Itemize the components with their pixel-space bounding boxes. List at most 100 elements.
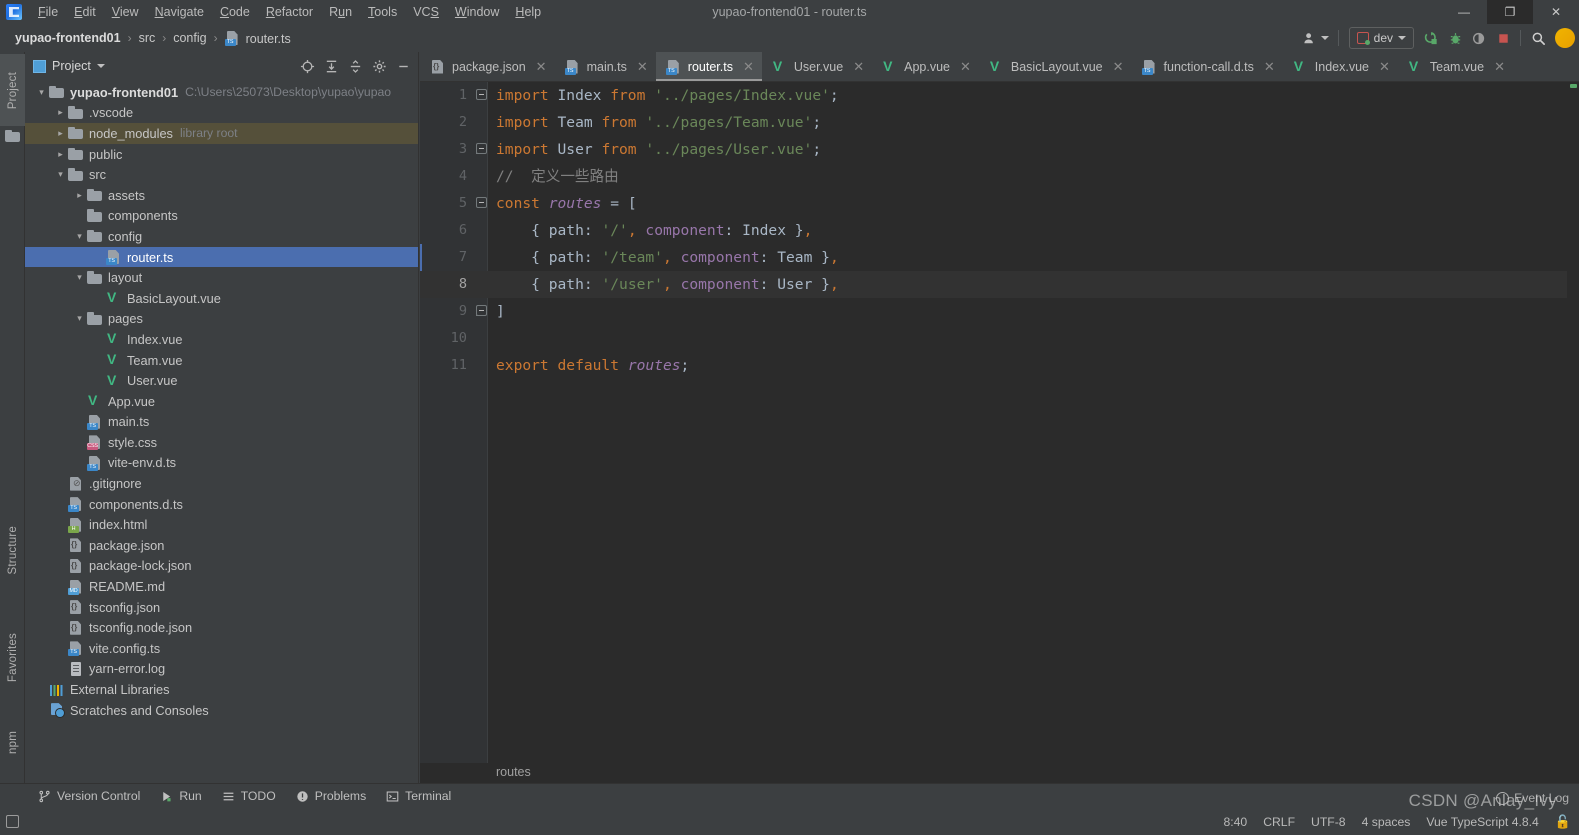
menu-file[interactable]: File [30, 2, 66, 22]
editor-tab-basiclayout-vue[interactable]: BasicLayout.vue ✕ [979, 52, 1132, 81]
bottom-tab-version-control[interactable]: Version Control [28, 787, 150, 805]
tree-node-config[interactable]: ▾ config [25, 226, 418, 247]
read-only-toggle-icon[interactable]: 🔓 [1555, 814, 1571, 830]
avatar[interactable] [1555, 28, 1575, 48]
tree-node-app-vue[interactable]: App.vue [25, 391, 418, 412]
menu-refactor[interactable]: Refactor [258, 2, 321, 22]
run-configuration-selector[interactable]: dev [1348, 27, 1414, 49]
tree-node-readme-md[interactable]: MD README.md [25, 576, 418, 597]
tree-node-public[interactable]: ▸ public [25, 144, 418, 165]
close-icon[interactable]: ✕ [1113, 60, 1124, 73]
tree-node-components[interactable]: components [25, 206, 418, 227]
code-line[interactable]: 5 const routes = [ [420, 190, 1579, 217]
project-tree[interactable]: ▾ yupao-frontend01 C:\Users\25073\Desktop\… [25, 80, 418, 785]
editor-tab-function-call-d-ts[interactable]: TS function-call.d.ts ✕ [1132, 52, 1283, 81]
tree-node-src[interactable]: ▾ src [25, 164, 418, 185]
breadcrumb-item-yupao-frontend01[interactable]: yupao-frontend01 [12, 30, 124, 46]
caret-position[interactable]: 8:40 [1223, 815, 1247, 829]
inspection-marker[interactable] [1570, 84, 1577, 88]
tree-node-package-lock-json[interactable]: package-lock.json [25, 556, 418, 577]
code-line[interactable]: 10 [420, 325, 1579, 352]
menu-vcs[interactable]: VCS [405, 2, 447, 22]
editor-tab-router-ts[interactable]: TS router.ts ✕ [655, 52, 762, 81]
editor-tab-package-json[interactable]: package.json ✕ [420, 52, 555, 81]
tree-node-external-libraries[interactable]: External Libraries [25, 679, 418, 700]
tree-node-pages[interactable]: ▾ pages [25, 309, 418, 330]
menu-code[interactable]: Code [212, 2, 258, 22]
chevron-down-icon[interactable]: ▾ [73, 230, 86, 243]
editor-tab-app-vue[interactable]: App.vue ✕ [872, 52, 979, 81]
bottom-tab-run[interactable]: Run [150, 787, 211, 805]
menu-tools[interactable]: Tools [360, 2, 405, 22]
file-encoding[interactable]: UTF-8 [1311, 815, 1346, 829]
code-line[interactable]: 4 // 定义一些路由 [420, 163, 1579, 190]
stripe-button-project[interactable]: Project [0, 54, 25, 127]
select-opened-file-icon[interactable] [296, 55, 318, 77]
breadcrumb-item-src[interactable]: src [136, 30, 159, 46]
tree-node-tsconfig-node-json[interactable]: tsconfig.node.json [25, 617, 418, 638]
fold-start-icon[interactable] [476, 197, 487, 208]
close-icon[interactable]: ✕ [743, 60, 754, 73]
expand-all-icon[interactable] [320, 55, 342, 77]
window-controls[interactable]: — ❐ ✕ [1441, 0, 1579, 24]
line-separator[interactable]: CRLF [1263, 815, 1295, 829]
search-everywhere-icon[interactable] [1527, 27, 1549, 49]
collapse-all-icon[interactable] [344, 55, 366, 77]
tree-node-user-vue[interactable]: User.vue [25, 370, 418, 391]
tree-node-layout[interactable]: ▾ layout [25, 267, 418, 288]
chevron-down-icon[interactable] [96, 64, 105, 68]
stop-button[interactable] [1492, 27, 1514, 49]
tree-node-tsconfig-json[interactable]: tsconfig.json [25, 597, 418, 618]
tree-node-router-ts[interactable]: TS router.ts [25, 246, 418, 268]
bottom-tab-terminal[interactable]: Terminal [376, 787, 461, 805]
chevron-down-icon[interactable]: ▾ [73, 271, 86, 284]
fold-start-icon[interactable] [476, 89, 487, 100]
code-line[interactable]: 6 { path: '/', component: Index }, [420, 217, 1579, 244]
tree-node--gitignore[interactable]: .gitignore [25, 473, 418, 494]
status-bar-left[interactable] [0, 815, 19, 828]
close-icon[interactable]: ✕ [1264, 60, 1275, 73]
close-button[interactable]: ✕ [1533, 0, 1579, 24]
editor-breadcrumb[interactable]: routes [420, 763, 1579, 781]
language-level[interactable]: Vue TypeScript 4.8.4 [1426, 815, 1538, 829]
menu-bar[interactable]: File Edit View Navigate Code Refactor Run Tools… [30, 2, 549, 22]
code-line[interactable]: 2 import Team from '../pages/Team.vue'; [420, 109, 1579, 136]
menu-edit[interactable]: Edit [66, 2, 104, 22]
chevron-right-icon[interactable]: ▸ [54, 127, 67, 140]
bottom-tab-problems[interactable]: Problems [286, 787, 376, 805]
close-icon[interactable]: ✕ [637, 60, 648, 73]
minimize-button[interactable]: — [1441, 0, 1487, 24]
tree-node-vite-config-ts[interactable]: TS vite.config.ts [25, 638, 418, 659]
chevron-right-icon[interactable]: ▸ [54, 106, 67, 119]
hide-panel-icon[interactable] [392, 55, 414, 77]
tree-node-basiclayout-vue[interactable]: BasicLayout.vue [25, 288, 418, 309]
run-button[interactable] [1420, 27, 1442, 49]
close-icon[interactable]: ✕ [1494, 60, 1505, 73]
tree-node-package-json[interactable]: package.json [25, 535, 418, 556]
settings-gear-icon[interactable] [368, 55, 390, 77]
tree-node-vite-env-d-ts[interactable]: TS vite-env.d.ts [25, 453, 418, 474]
code-line[interactable]: 7 { path: '/team', component: Team }, [420, 244, 1579, 271]
stripe-button-favorites[interactable]: Favorites [0, 614, 25, 701]
code-line[interactable]: 11 export default routes; [420, 352, 1579, 379]
debug-button[interactable] [1444, 27, 1466, 49]
code-line[interactable]: 3 import User from '../pages/User.vue'; [420, 136, 1579, 163]
chevron-down-icon[interactable]: ▾ [73, 312, 86, 325]
breadcrumb-item-config[interactable]: config [170, 30, 209, 46]
indent-setting[interactable]: 4 spaces [1362, 815, 1411, 829]
bottom-tab-todo[interactable]: TODO [212, 787, 286, 805]
code-line[interactable]: 9] [420, 298, 1579, 325]
close-icon[interactable]: ✕ [853, 60, 864, 73]
stripe-button-structure[interactable]: Structure [0, 507, 25, 594]
menu-help[interactable]: Help [507, 2, 549, 22]
editor-tab-team-vue[interactable]: Team.vue ✕ [1398, 52, 1513, 81]
toggle-tool-windows-icon[interactable] [6, 815, 19, 828]
bottom-tool-stripe[interactable]: Version Control Run TODO Problems Terminal [0, 783, 1579, 808]
tree-node-yarn-error-log[interactable]: yarn-error.log [25, 659, 418, 680]
chevron-right-icon[interactable]: ▸ [73, 189, 86, 202]
tree-node--vscode[interactable]: ▸ .vscode [25, 103, 418, 124]
code-line[interactable]: 1 import Index from '../pages/Index.vue'; [420, 82, 1579, 109]
code-lines[interactable]: 1 import Index from '../pages/Index.vue';… [420, 82, 1579, 763]
menu-run[interactable]: Run [321, 2, 360, 22]
event-log-button[interactable]: Event Log [1496, 791, 1569, 805]
